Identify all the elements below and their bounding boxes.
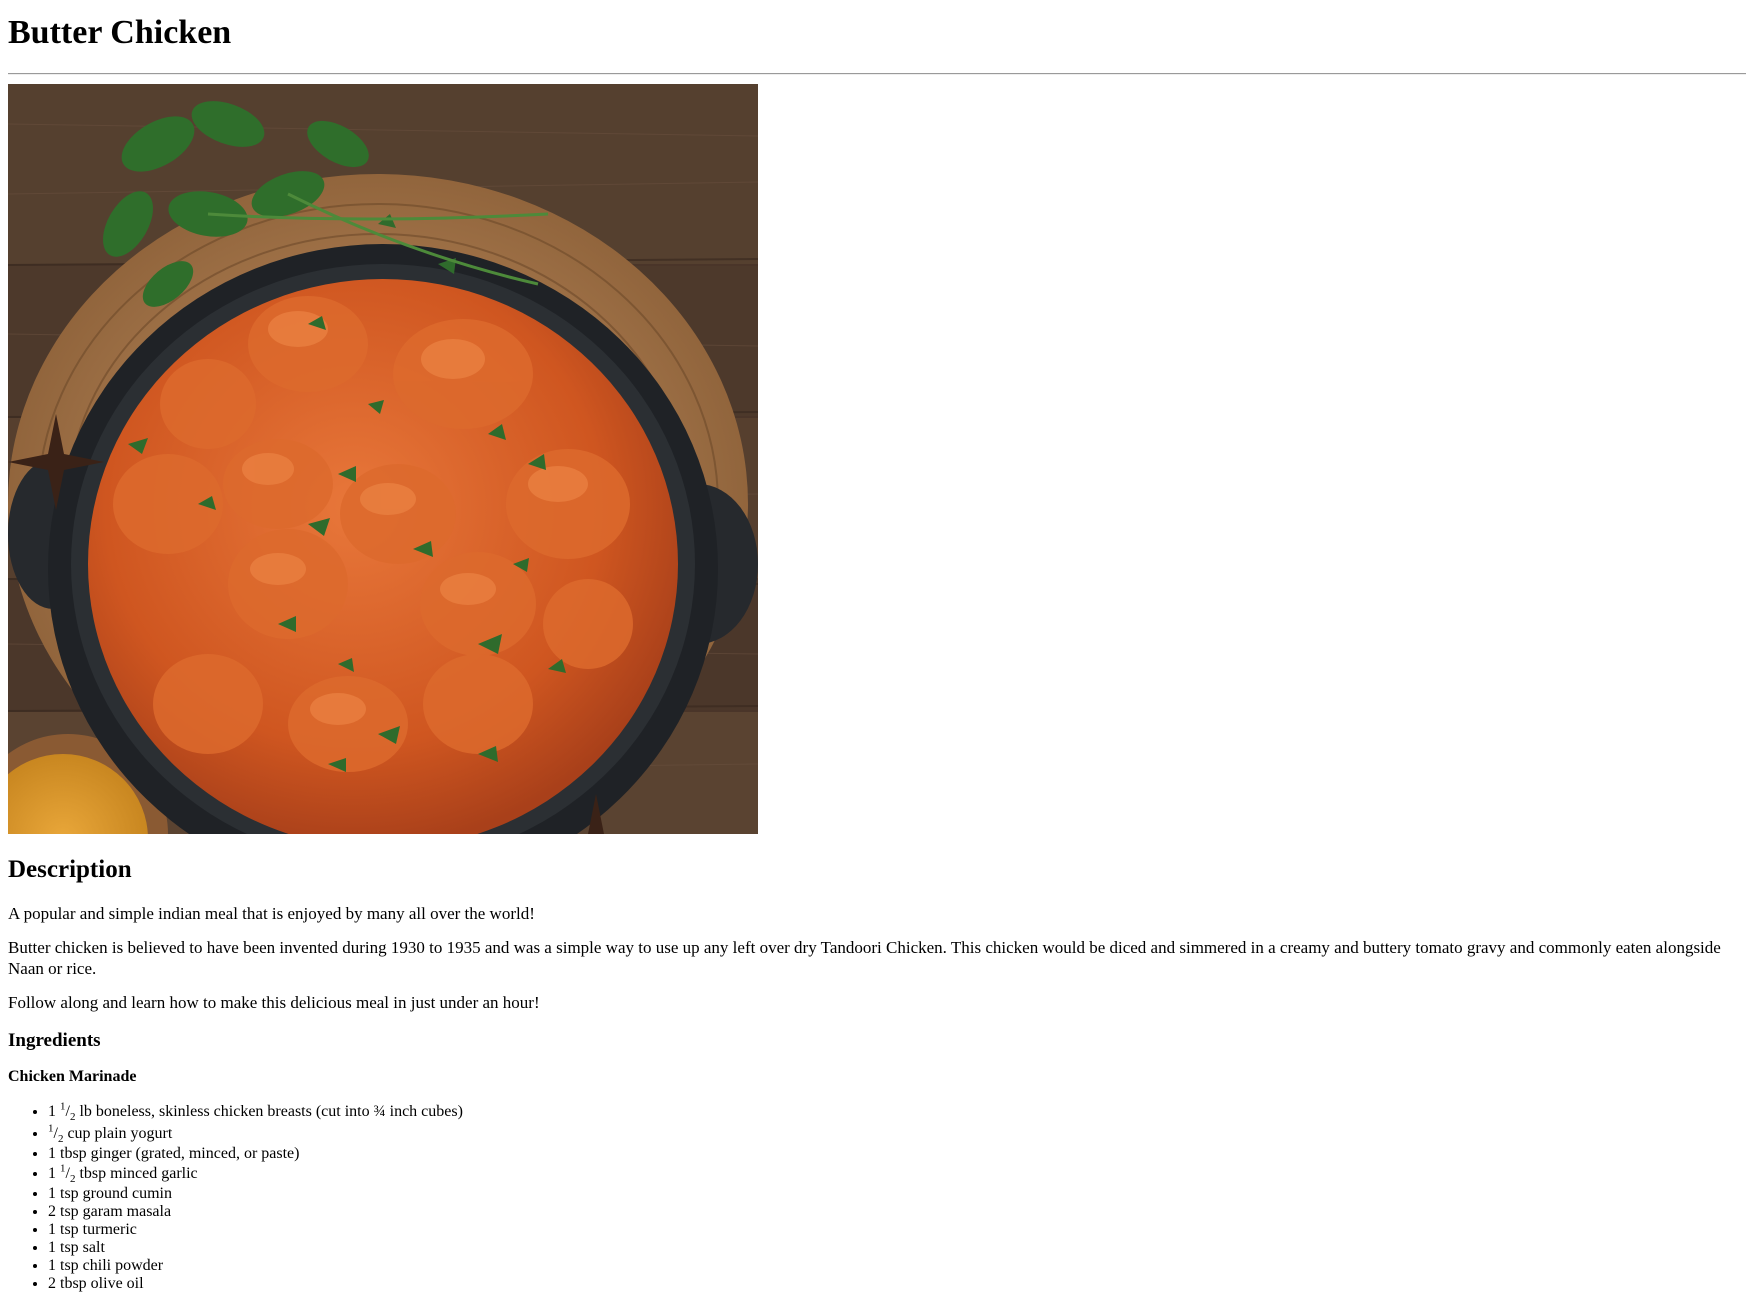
ingredient-fraction: 1/2 — [60, 1162, 76, 1186]
fraction-denominator: 2 — [57, 1133, 64, 1146]
ingredient-item: 1 1/2 lb boneless, skinless chicken brea… — [48, 1101, 1738, 1123]
fraction-numerator: 1 — [48, 1122, 54, 1135]
description-paragraph: Butter chicken is believed to have been … — [8, 938, 1721, 978]
ingredient-item: 2 tbsp olive oil — [48, 1275, 1738, 1293]
title-divider — [8, 73, 1746, 75]
ingredient-whole: 1 — [48, 1103, 56, 1120]
ingredient-item: 2 tsp garam masala — [48, 1203, 1738, 1221]
ingredient-item: 1/2 cup plain yogurt — [48, 1123, 1738, 1145]
fraction-denominator: 2 — [69, 1111, 76, 1124]
recipe-content: Description A popular and simple indian … — [8, 855, 1738, 1293]
ingredient-whole: 1 — [48, 1165, 56, 1182]
ingredient-text: 2 tbsp olive oil — [48, 1275, 144, 1292]
ingredient-item: 1 1/2 tbsp minced garlic — [48, 1163, 1738, 1185]
recipe-page: Butter Chicken — [0, 0, 1746, 60]
ingredient-text: 1 tsp turmeric — [48, 1221, 137, 1238]
ingredients-heading: Ingredients — [8, 1030, 101, 1051]
ingredient-fraction: 1/2 — [60, 1100, 76, 1124]
ingredient-text: 1 tsp ground cumin — [48, 1185, 172, 1202]
ingredient-text: lb boneless, skinless chicken breasts (c… — [79, 1103, 463, 1120]
ingredient-item: 1 tsp ground cumin — [48, 1185, 1738, 1203]
ingredient-text: tbsp minced garlic — [79, 1165, 198, 1182]
ingredient-item: 1 tsp turmeric — [48, 1221, 1738, 1239]
ingredient-text: 1 tsp salt — [48, 1239, 105, 1256]
ingredient-text: 2 tsp garam masala — [48, 1203, 172, 1220]
page-title: Butter Chicken — [8, 14, 232, 51]
ingredient-text: 1 tbsp ginger (grated, minced, or paste) — [48, 1145, 300, 1162]
recipe-photo — [8, 84, 758, 834]
fraction-denominator: 2 — [69, 1173, 76, 1186]
description-paragraph: A popular and simple indian meal that is… — [8, 904, 535, 923]
marinade-heading: Chicken Marinade — [8, 1068, 137, 1085]
ingredient-item: 1 tsp chili powder — [48, 1257, 1738, 1275]
ingredient-text: cup plain yogurt — [67, 1125, 173, 1142]
butter-chicken-image — [8, 84, 758, 834]
ingredient-list: 1 1/2 lb boneless, skinless chicken brea… — [8, 1101, 1738, 1293]
description-heading: Description — [8, 856, 132, 883]
fraction-numerator: 1 — [60, 1162, 66, 1175]
description-paragraph: Follow along and learn how to make this … — [8, 993, 540, 1012]
ingredient-fraction: 1/2 — [48, 1122, 64, 1146]
ingredient-item: 1 tsp salt — [48, 1239, 1738, 1257]
ingredient-text: 1 tsp chili powder — [48, 1257, 164, 1274]
fraction-numerator: 1 — [60, 1100, 66, 1113]
ingredient-item: 1 tbsp ginger (grated, minced, or paste) — [48, 1145, 1738, 1163]
